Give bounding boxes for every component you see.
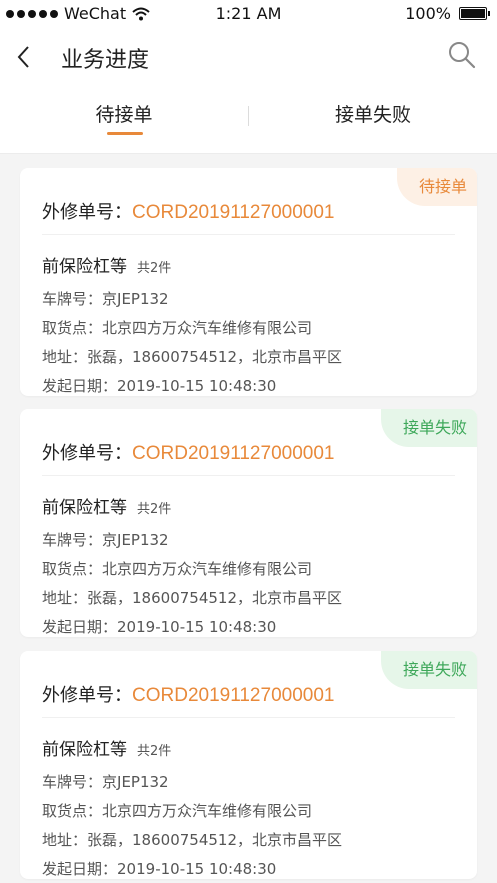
status-badge: 接单失败 bbox=[380, 409, 477, 447]
date-row: 发起日期：2019-10-15 10:48:30 bbox=[42, 375, 276, 396]
address-row: 地址：张磊，18600754512，北京市昌平区 bbox=[42, 587, 342, 608]
item-name: 前保险杠等 bbox=[42, 498, 127, 518]
page-title: 业务进度 bbox=[61, 48, 150, 73]
pickup-value: 北京四方万众汽车维修有限公司 bbox=[102, 802, 313, 820]
date-label: 发起日期： bbox=[42, 860, 118, 878]
tab-bar: 待接单 接单失败 bbox=[0, 86, 497, 154]
plate-label: 车牌号： bbox=[42, 773, 103, 791]
battery-icon bbox=[459, 7, 490, 20]
item-line: 前保险杠等 共2件 bbox=[42, 493, 171, 518]
pickup-row: 取货点：北京四方万众汽车维修有限公司 bbox=[42, 558, 312, 579]
divider bbox=[42, 717, 455, 718]
battery-info: 100% bbox=[405, 4, 490, 23]
order-number: CORD20191127000001 bbox=[132, 202, 335, 223]
divider bbox=[42, 475, 455, 476]
tab-failed[interactable]: 接单失败 bbox=[249, 86, 497, 154]
item-name: 前保险杠等 bbox=[42, 740, 127, 760]
plate-row: 车牌号：京JEP132 bbox=[42, 529, 169, 550]
order-number-label: 外修单号： bbox=[42, 202, 132, 223]
order-number-line: 外修单号：CORD20191127000001 bbox=[42, 198, 334, 224]
date-value: 2019-10-15 10:48:30 bbox=[117, 860, 277, 878]
order-card[interactable]: 待接单 外修单号：CORD20191127000001 前保险杠等 共2件 车牌号… bbox=[20, 168, 477, 396]
order-card[interactable]: 接单失败 外修单号：CORD20191127000001 前保险杠等 共2件 车牌… bbox=[20, 409, 477, 637]
nav-bar: 业务进度 bbox=[0, 28, 497, 86]
item-count: 共2件 bbox=[137, 744, 172, 759]
plate-label: 车牌号： bbox=[42, 531, 103, 549]
address-label: 地址： bbox=[42, 589, 88, 607]
plate-label: 车牌号： bbox=[42, 290, 103, 308]
divider bbox=[42, 234, 455, 235]
order-number-label: 外修单号： bbox=[42, 443, 132, 464]
date-label: 发起日期： bbox=[42, 377, 118, 395]
order-number: CORD20191127000001 bbox=[132, 685, 335, 706]
tab-pending[interactable]: 待接单 bbox=[0, 86, 248, 154]
address-value: 张磊，18600754512，北京市昌平区 bbox=[87, 831, 342, 849]
address-row: 地址：张磊，18600754512，北京市昌平区 bbox=[42, 829, 342, 850]
plate-row: 车牌号：京JEP132 bbox=[42, 771, 169, 792]
pickup-label: 取货点： bbox=[42, 560, 103, 578]
address-value: 张磊，18600754512，北京市昌平区 bbox=[87, 348, 342, 366]
pickup-value: 北京四方万众汽车维修有限公司 bbox=[102, 560, 313, 578]
date-row: 发起日期：2019-10-15 10:48:30 bbox=[42, 858, 276, 879]
search-icon[interactable] bbox=[447, 40, 477, 70]
plate-value: 京JEP132 bbox=[102, 773, 169, 791]
address-label: 地址： bbox=[42, 831, 88, 849]
status-badge: 接单失败 bbox=[380, 651, 477, 689]
address-row: 地址：张磊，18600754512，北京市昌平区 bbox=[42, 346, 342, 367]
status-badge: 待接单 bbox=[396, 168, 477, 206]
item-name: 前保险杠等 bbox=[42, 257, 127, 277]
order-card[interactable]: 接单失败 外修单号：CORD20191127000001 前保险杠等 共2件 车牌… bbox=[20, 651, 477, 879]
order-number-line: 外修单号：CORD20191127000001 bbox=[42, 681, 334, 707]
battery-percent: 100% bbox=[405, 4, 451, 23]
date-value: 2019-10-15 10:48:30 bbox=[117, 618, 277, 636]
item-count: 共2件 bbox=[137, 261, 172, 276]
item-line: 前保险杠等 共2件 bbox=[42, 252, 171, 277]
address-value: 张磊，18600754512，北京市昌平区 bbox=[87, 589, 342, 607]
date-row: 发起日期：2019-10-15 10:48:30 bbox=[42, 616, 276, 637]
order-number-label: 外修单号： bbox=[42, 685, 132, 706]
pickup-label: 取货点： bbox=[42, 319, 103, 337]
item-line: 前保险杠等 共2件 bbox=[42, 735, 171, 760]
plate-row: 车牌号：京JEP132 bbox=[42, 288, 169, 309]
address-label: 地址： bbox=[42, 348, 88, 366]
pickup-value: 北京四方万众汽车维修有限公司 bbox=[102, 319, 313, 337]
pickup-row: 取货点：北京四方万众汽车维修有限公司 bbox=[42, 317, 312, 338]
date-value: 2019-10-15 10:48:30 bbox=[117, 377, 277, 395]
plate-value: 京JEP132 bbox=[102, 531, 169, 549]
back-icon[interactable] bbox=[14, 44, 34, 70]
item-count: 共2件 bbox=[137, 502, 172, 517]
plate-value: 京JEP132 bbox=[102, 290, 169, 308]
order-number-line: 外修单号：CORD20191127000001 bbox=[42, 439, 334, 465]
date-label: 发起日期： bbox=[42, 618, 118, 636]
status-bar: WeChat 1:21 AM 100% bbox=[0, 0, 497, 28]
active-tab-indicator bbox=[107, 132, 143, 135]
pickup-row: 取货点：北京四方万众汽车维修有限公司 bbox=[42, 800, 312, 821]
order-number: CORD20191127000001 bbox=[132, 443, 335, 464]
pickup-label: 取货点： bbox=[42, 802, 103, 820]
